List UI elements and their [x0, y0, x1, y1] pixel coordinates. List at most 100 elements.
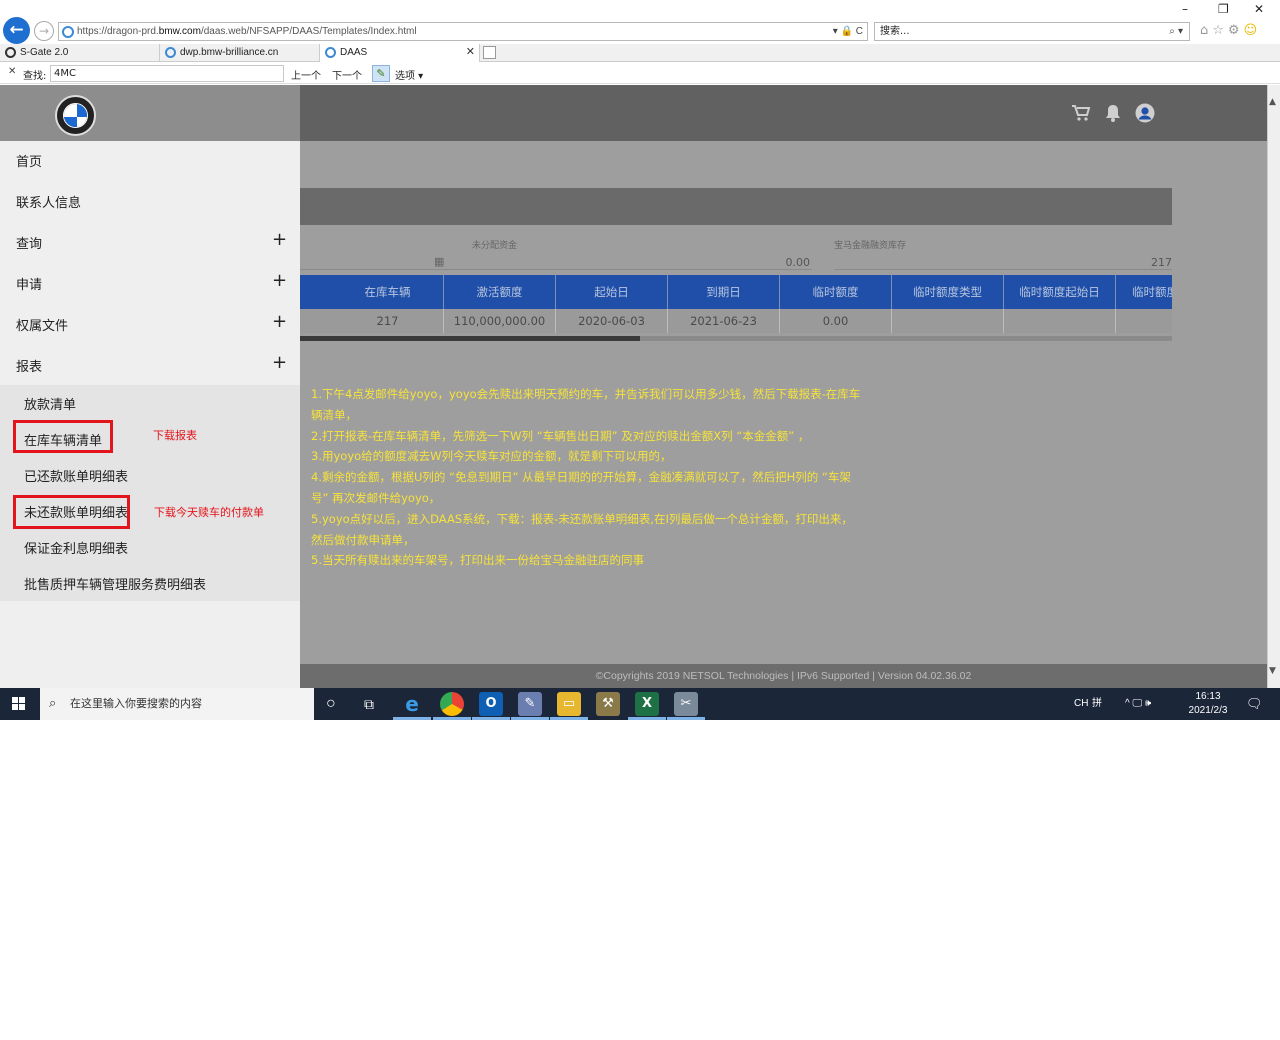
- submenu-item-loan-list[interactable]: 放款清单: [24, 394, 76, 413]
- arrow-left-icon: ←: [9, 20, 24, 40]
- submenu-item-pledge-service-fee[interactable]: 批售质押车辆管理服务费明细表: [24, 574, 206, 593]
- tab-label: DAAS: [340, 47, 368, 58]
- task-view-icon[interactable]: ⧉: [364, 688, 374, 720]
- cortana-icon[interactable]: ○: [326, 688, 336, 720]
- grid-header-cell[interactable]: 临时额度起始日: [1004, 275, 1116, 309]
- paint-app-icon[interactable]: ✎: [518, 692, 542, 716]
- panel-title-bar: [300, 188, 1172, 225]
- home-icon[interactable]: ⌂: [1200, 23, 1212, 38]
- find-bar: ✕ 查找: 4MC 上一个 下一个 ✎ 选项 ▾: [0, 63, 1280, 84]
- tab-daas[interactable]: DAAS ✕: [320, 44, 480, 62]
- submenu-item-deposit-interest[interactable]: 保证金利息明细表: [24, 538, 128, 557]
- menu-label: 权属文件: [16, 319, 69, 334]
- notification-icon[interactable]: 🗨: [1246, 688, 1263, 720]
- url-host: bmw.com: [158, 26, 201, 37]
- highlight-icon[interactable]: ✎: [372, 65, 390, 82]
- instruction-notes: 1.下午4点发邮件给yoyo，yoyo会先赎出来明天预约的车，并告诉我们可以用多…: [311, 384, 891, 571]
- user-icon[interactable]: [1135, 103, 1155, 123]
- file-explorer-icon[interactable]: ▭: [557, 692, 581, 716]
- search-icon[interactable]: ⌕ ▾: [1169, 23, 1183, 40]
- ime-mode-icon[interactable]: 拼: [1092, 688, 1102, 720]
- grid-header-cell[interactable]: 起始日: [556, 275, 668, 309]
- grid-scrollbar-thumb[interactable]: [300, 336, 640, 341]
- highlight-box-unpaid: [13, 495, 130, 529]
- page-vertical-scrollbar[interactable]: ▲ ▼: [1267, 85, 1280, 688]
- tool-app-icon[interactable]: ⚒: [596, 692, 620, 716]
- tab-sgate[interactable]: S-Gate 2.0: [0, 44, 160, 62]
- submenu-item-repaid-bills[interactable]: 已还款账单明细表: [24, 466, 128, 485]
- gear-icon[interactable]: ⚙: [1228, 23, 1244, 38]
- grid-header-cell[interactable]: 临时额度: [1116, 275, 1172, 309]
- smiley-icon[interactable]: ☺: [1244, 23, 1262, 38]
- close-tab-icon[interactable]: ✕: [466, 44, 475, 61]
- outlook-app-icon[interactable]: O: [479, 692, 503, 716]
- menu-label: 申请: [16, 278, 43, 293]
- taskbar-search-input[interactable]: ⌕ 在这里输入你要搜索的内容: [40, 688, 314, 720]
- windows-start-icon[interactable]: [12, 697, 26, 711]
- expand-plus-icon[interactable]: +: [272, 229, 287, 250]
- star-icon[interactable]: ☆: [1212, 23, 1228, 38]
- close-window-button[interactable]: ✕: [1254, 2, 1264, 16]
- find-input[interactable]: 4MC: [50, 65, 284, 82]
- find-prev-button[interactable]: 上一个: [291, 67, 321, 82]
- instruction-line: 4.剩余的金额，根据U列的 “免息到期日” 从最早日期的的开始算，金融凑满就可以…: [311, 470, 851, 485]
- arrow-right-icon: →: [38, 24, 50, 38]
- table-row[interactable]: 217 110,000,000.00 2020-06-03 2021-06-23…: [300, 309, 1172, 333]
- menu-item-reports[interactable]: 报表 +: [0, 346, 300, 387]
- field-underline: [300, 269, 812, 270]
- grid-header-cell[interactable]: 激活额度: [444, 275, 556, 309]
- browser-search-input[interactable]: 搜索... ⌕ ▾: [874, 22, 1190, 41]
- bmw-logo[interactable]: [55, 95, 96, 136]
- daas-app: 首页 联系人信息 查询 + 申请 + 权属文件 + 报表 + 放款清单 在库车辆…: [0, 85, 1280, 688]
- minimize-button[interactable]: –: [1182, 2, 1188, 16]
- browser-search-placeholder: 搜索...: [880, 26, 910, 37]
- chrome-app-icon[interactable]: [440, 692, 464, 716]
- menu-item-apply[interactable]: 申请 +: [0, 264, 300, 305]
- scroll-up-icon[interactable]: ▲: [1269, 97, 1276, 107]
- grid-cell: [1116, 309, 1172, 333]
- menu-item-home[interactable]: 首页: [0, 141, 300, 182]
- tab-label: dwp.bmw-brilliance.cn: [180, 47, 279, 58]
- ime-indicator[interactable]: CH: [1074, 688, 1088, 720]
- grid-header-cell[interactable]: 临时额度: [780, 275, 892, 309]
- snipping-app-icon[interactable]: ✂: [674, 692, 698, 716]
- expand-plus-icon[interactable]: +: [272, 270, 287, 291]
- expand-plus-icon[interactable]: +: [272, 352, 287, 373]
- bell-icon[interactable]: [1103, 103, 1123, 123]
- new-tab-button[interactable]: [483, 46, 496, 59]
- ie-app-icon[interactable]: e: [400, 692, 424, 716]
- menu-item-ownership-docs[interactable]: 权属文件 +: [0, 305, 300, 346]
- back-button[interactable]: ←: [3, 17, 30, 44]
- bmw-roundel-icon: [63, 103, 88, 128]
- find-options-button[interactable]: 选项 ▾: [395, 67, 423, 82]
- expand-plus-icon[interactable]: +: [272, 311, 287, 332]
- address-bar[interactable]: https://dragon-prd.bmw.com/daas.web/NFSA…: [58, 22, 868, 41]
- sidebar: 首页 联系人信息 查询 + 申请 + 权属文件 + 报表 + 放款清单 在库车辆…: [0, 85, 300, 688]
- find-label: 查找:: [23, 71, 47, 82]
- close-find-icon[interactable]: ✕: [8, 66, 16, 77]
- grid-header-cell[interactable]: 到期日: [668, 275, 780, 309]
- menu-item-contact-info[interactable]: 联系人信息: [0, 182, 300, 223]
- grid-header-cell[interactable]: 临时额度类型: [892, 275, 1004, 309]
- browser-chrome: – ❐ ✕ ← → https://dragon-prd.bmw.com/daa…: [0, 0, 1280, 85]
- find-next-button[interactable]: 下一个: [332, 67, 362, 82]
- calendar-icon[interactable]: ▦: [434, 255, 444, 268]
- taskbar-clock[interactable]: 16:13 2021/2/3: [1180, 690, 1236, 718]
- system-tray-icons[interactable]: ^ 🖵 🕪: [1125, 688, 1151, 720]
- menu-label: 联系人信息: [16, 196, 82, 211]
- tab-dwp[interactable]: dwp.bmw-brilliance.cn: [160, 44, 320, 62]
- menu-label: 首页: [16, 155, 43, 170]
- restore-button[interactable]: ❐: [1218, 2, 1229, 16]
- forward-button[interactable]: →: [34, 21, 54, 41]
- instruction-line: 辆清单，: [311, 407, 357, 422]
- excel-app-icon[interactable]: X: [635, 692, 659, 716]
- logo-band: [0, 85, 300, 141]
- scroll-down-icon[interactable]: ▼: [1269, 666, 1276, 676]
- grid-header-cell[interactable]: 在库车辆: [332, 275, 444, 309]
- menu-item-query[interactable]: 查询 +: [0, 223, 300, 264]
- cart-icon[interactable]: [1071, 103, 1091, 123]
- address-controls[interactable]: ▾ 🔒 C: [833, 23, 863, 40]
- instruction-line: 3.用yoyo给的额度减去W列今天赎车对应的金额，就是剩下可以用的，: [311, 449, 672, 464]
- reports-submenu: 放款清单 在库车辆清单 已还款账单明细表 未还款账单明细表 保证金利息明细表 批…: [0, 385, 300, 601]
- active-app-indicator: [628, 717, 666, 720]
